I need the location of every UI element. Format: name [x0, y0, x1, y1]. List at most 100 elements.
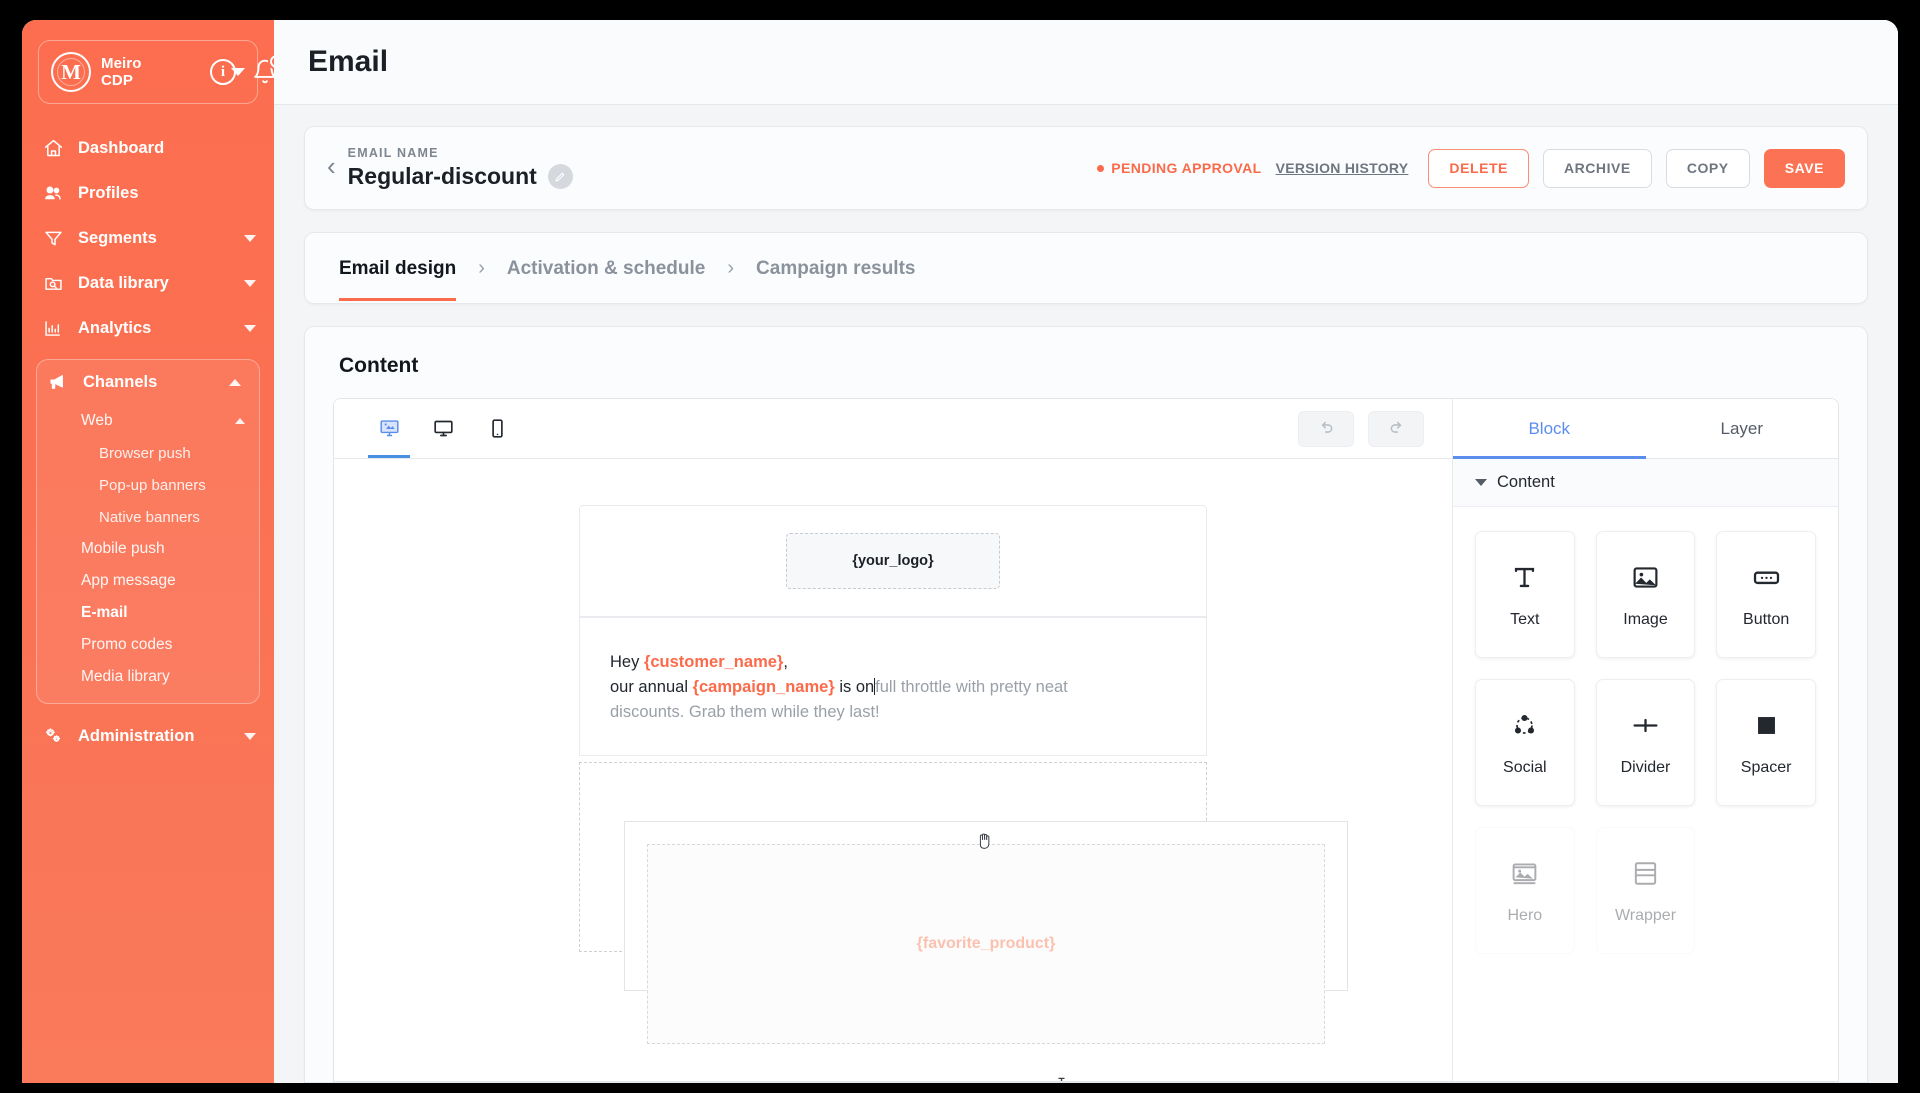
email-block-product[interactable]: {favorite_product} [624, 821, 1348, 1045]
sidebar-item-native-banners[interactable]: Native banners [37, 501, 259, 533]
mobile-view-icon[interactable] [470, 399, 524, 458]
email-block-logo[interactable]: {your_logo} [579, 505, 1207, 617]
sidebar-subitem-label: Native banners [99, 508, 200, 526]
chevron-up-icon[interactable] [235, 418, 245, 424]
sidebar-item-dashboard[interactable]: Dashboard [22, 126, 274, 171]
tab-campaign-results[interactable]: Campaign results [756, 236, 915, 301]
pencil-icon[interactable] [547, 164, 573, 189]
sidebar-item-email[interactable]: E-mail [37, 597, 259, 629]
undo-icon[interactable] [1298, 410, 1354, 447]
email-block-text[interactable]: Hey {customer_name}, our annual {campaig… [579, 617, 1207, 757]
greeting-plain: Hey [610, 653, 644, 671]
archive-button[interactable]: ARCHIVE [1542, 148, 1652, 188]
sidebar-item-label: Segments [78, 229, 157, 247]
tab-label: Email design [339, 257, 457, 279]
desktop-view-icon[interactable] [416, 399, 470, 458]
chevron-down-icon[interactable] [244, 280, 256, 287]
gears-icon [42, 726, 64, 748]
sidebar-top-icons: i 2 [210, 53, 285, 86]
chevron-left-icon[interactable]: ‹ [323, 151, 348, 186]
sidebar-subitem-label: Browser push [99, 444, 191, 462]
megaphone-icon [47, 372, 69, 394]
chevron-down-icon[interactable] [244, 235, 256, 242]
panel-tab-label: Block [1528, 418, 1571, 438]
sidebar-item-data-library[interactable]: Data library [22, 261, 274, 306]
block-tile-spacer[interactable]: Spacer [1716, 679, 1816, 806]
block-tile-hero: Hero [1475, 827, 1575, 954]
hero-icon [1510, 857, 1539, 891]
delete-button[interactable]: DELETE [1428, 148, 1529, 188]
email-name-label: EMAIL NAME [347, 146, 439, 160]
sidebar-item-profiles[interactable]: Profiles [22, 171, 274, 216]
block-tile-text[interactable]: Text [1475, 531, 1575, 658]
tab-block[interactable]: Block [1453, 399, 1646, 459]
editor-canvas-pane: {your_logo} Hey {customer_name}, our ann… [334, 399, 1453, 1081]
block-tile-divider[interactable]: Divider [1595, 679, 1696, 806]
sidebar-item-channels[interactable]: Channels [37, 360, 259, 405]
social-share-icon [1510, 709, 1539, 743]
chevron-right-icon: › [727, 256, 735, 279]
customer-name-token: {customer_name} [643, 653, 784, 671]
sidebar-item-segments[interactable]: Segments [22, 216, 274, 261]
block-tile-label: Text [1510, 610, 1540, 628]
sidebar-item-web[interactable]: Web [37, 405, 259, 437]
sidebar-subitem-label: Media library [81, 668, 170, 685]
email-block-product-wrapper[interactable]: {favorite_product} [579, 762, 1348, 1045]
home-icon [42, 138, 64, 160]
chevron-down-icon[interactable] [244, 325, 256, 332]
block-tile-label: Button [1743, 610, 1790, 628]
app-window: M Meiro CDP i 2 [22, 20, 1898, 1083]
panel-tabs: Block Layer [1453, 399, 1838, 459]
content-card: Content {your_logo} Hey {customer_name},… [304, 326, 1868, 1083]
email-canvas[interactable]: {your_logo} Hey {customer_name}, our ann… [334, 459, 1452, 1081]
redo-icon[interactable] [1368, 410, 1424, 447]
sidebar-nav: Dashboard Profiles Segments Data library… [22, 126, 274, 759]
email-text-content: Hey {customer_name}, our annual {campaig… [610, 650, 1176, 725]
wrapper-icon [1631, 857, 1660, 891]
chevron-right-icon: › [478, 256, 485, 279]
line2-middle: is on [834, 678, 875, 697]
block-tile-button[interactable]: Button [1716, 531, 1816, 658]
image-icon [1631, 561, 1660, 595]
block-tile-label: Wrapper [1614, 906, 1677, 924]
brand-logo-letter: M [61, 59, 81, 84]
version-history-link[interactable]: VERSION HISTORY [1276, 160, 1409, 176]
bar-chart-icon [42, 318, 64, 340]
text-ibeam-cursor-icon [1057, 1077, 1065, 1081]
undo-redo-group [1298, 410, 1424, 447]
sidebar-item-media-library[interactable]: Media library [37, 661, 259, 693]
page-title: Email [308, 45, 389, 78]
sidebar-subitem-label: Promo codes [81, 636, 173, 653]
save-button[interactable]: SAVE [1763, 148, 1845, 188]
tab-email-design[interactable]: Email design [339, 236, 457, 301]
sidebar-item-mobile-push[interactable]: Mobile push [37, 533, 259, 565]
tab-layer[interactable]: Layer [1646, 399, 1839, 458]
sidebar-group-channels: Channels Web Browser push Pop-up banners [36, 359, 260, 704]
panel-section-content[interactable]: Content [1453, 459, 1838, 507]
brand-name-line1: Meiro [101, 54, 142, 72]
greeting-comma: , [783, 653, 788, 671]
email-name-value: Regular-discount [347, 163, 537, 189]
sidebar-item-browser-push[interactable]: Browser push [37, 437, 259, 469]
sidebar-item-analytics[interactable]: Analytics [22, 306, 274, 351]
block-tile-social[interactable]: Social [1475, 679, 1575, 806]
content-section-title: Content [339, 354, 419, 377]
sidebar-item-promo-codes[interactable]: Promo codes [37, 629, 259, 661]
chevron-up-icon[interactable] [229, 379, 241, 386]
sidebar-item-app-message[interactable]: App message [37, 565, 259, 597]
info-icon[interactable]: i [210, 59, 236, 85]
status-badge: PENDING APPROVAL [1097, 160, 1261, 176]
email-subheader: ‹ EMAIL NAME Regular-discount PENDING AP… [304, 126, 1868, 210]
page-header: Email [274, 20, 1898, 105]
chevron-down-icon[interactable] [244, 733, 256, 740]
sidebar-item-administration[interactable]: Administration [22, 714, 274, 759]
block-tile-image[interactable]: Image [1595, 531, 1696, 658]
sidebar: M Meiro CDP i 2 [22, 20, 285, 1083]
tab-activation-schedule[interactable]: Activation & schedule [507, 236, 706, 301]
design-view-icon[interactable] [362, 399, 416, 458]
copy-button[interactable]: COPY [1665, 148, 1750, 188]
funnel-icon [42, 228, 64, 250]
sidebar-subitem-label: App message [81, 572, 176, 589]
sidebar-item-popup-banners[interactable]: Pop-up banners [37, 469, 259, 501]
spacer-icon [1752, 709, 1781, 743]
